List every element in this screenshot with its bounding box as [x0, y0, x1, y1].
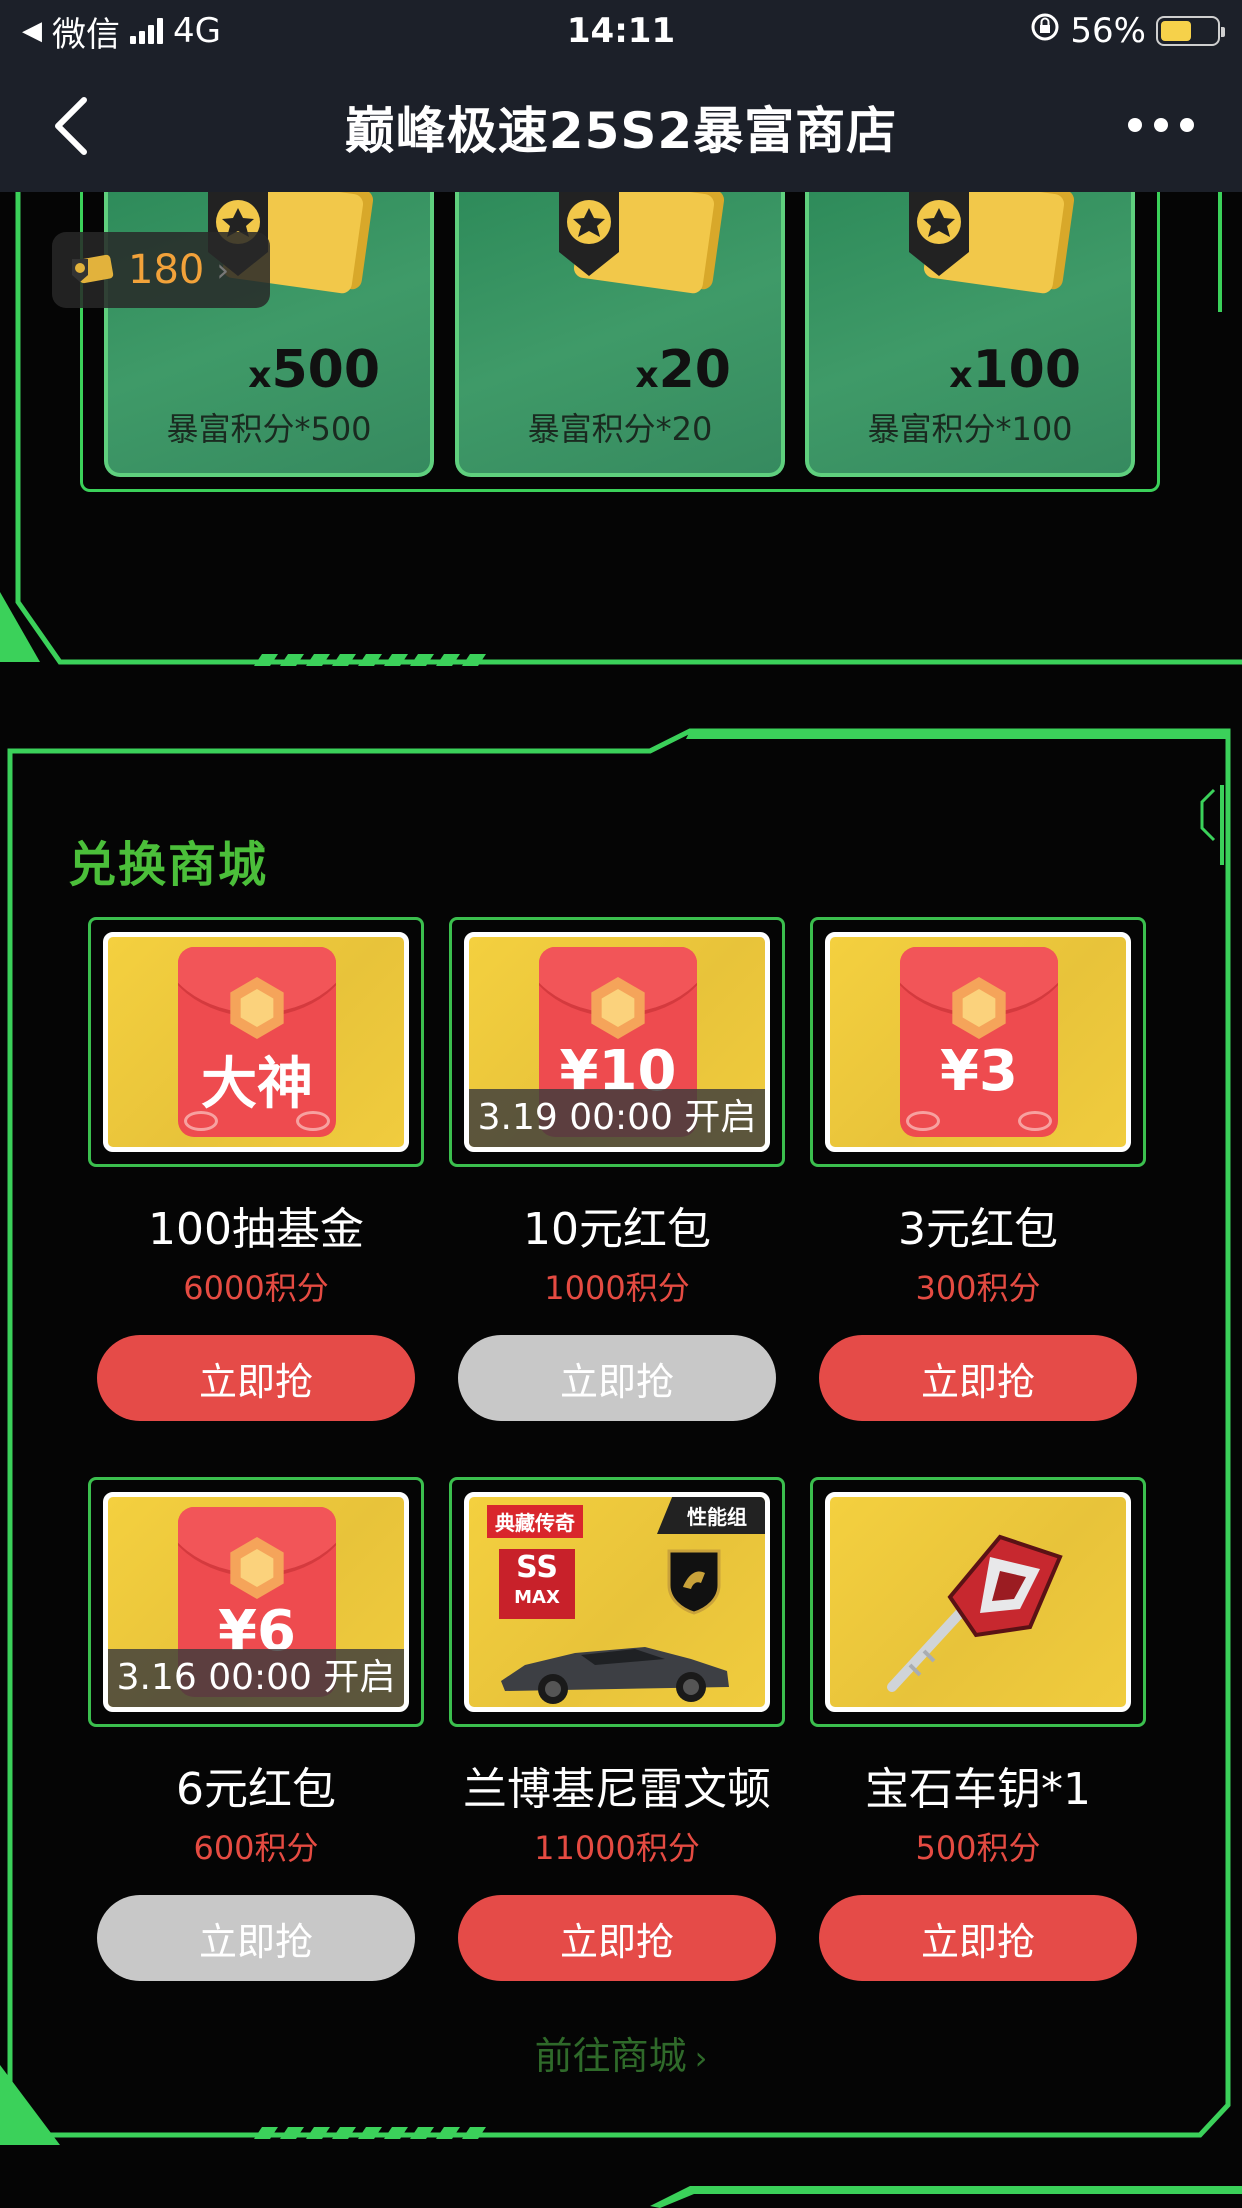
- buy-now-button[interactable]: 立即抢: [97, 1895, 415, 1981]
- chevron-left-icon: [55, 97, 87, 155]
- back-button[interactable]: [44, 96, 104, 156]
- item-name: 6元红包: [176, 1764, 336, 1815]
- reward-label: 暴富积分*500: [166, 410, 372, 448]
- item-thumbnail[interactable]: 典藏传奇 性能组 SS MAX: [449, 1477, 785, 1727]
- section-title: 兑换商城: [68, 837, 269, 893]
- status-bar: ◀ 微信 4G 14:11 56%: [0, 0, 1242, 62]
- more-dot: [1180, 118, 1194, 132]
- item-name: 兰博基尼雷文顿: [463, 1764, 771, 1815]
- reward-label: 暴富积分*20: [527, 410, 713, 448]
- item-price: 300积分: [915, 1269, 1041, 1307]
- next-panel-edge: [0, 2180, 1242, 2208]
- signal-icon: [130, 18, 163, 44]
- reward-card[interactable]: x20 暴富积分*20: [455, 192, 785, 477]
- rank-badge: SS MAX: [499, 1549, 575, 1619]
- class-tag: 性能组: [657, 1497, 765, 1534]
- reward-quantity: x20: [635, 340, 731, 400]
- buy-now-button[interactable]: 立即抢: [458, 1895, 776, 1981]
- shop-item: 宝石车钥*1 500积分 立即抢: [810, 1477, 1146, 1981]
- item-name: 3元红包: [898, 1204, 1058, 1255]
- more-dot: [1154, 118, 1168, 132]
- shop-item: ¥3 3元红包 300积分 立即抢: [810, 917, 1146, 1421]
- page-title: 巅峰极速25S2暴富商店: [344, 102, 898, 160]
- ticket-coin-icon: [72, 254, 114, 284]
- red-envelope-icon: ¥3: [900, 947, 1058, 1137]
- gem-car-key-icon: [887, 1534, 1063, 1692]
- item-price: 1000积分: [544, 1269, 690, 1307]
- shop-item: 典藏传奇 性能组 SS MAX 兰博基尼雷文顿 11000积分 立即抢: [449, 1477, 785, 1981]
- envelope-text: 大神: [201, 1052, 313, 1117]
- network-label: 4G: [173, 11, 221, 51]
- points-balance-badge[interactable]: 180 ›: [52, 232, 270, 308]
- points-reward-panel: x500 暴富积分*500 x20 暴富积分*20 x100 暴富积分*100: [0, 192, 1242, 682]
- go-to-shop-label: 前往商城: [534, 2034, 687, 2078]
- item-name: 100抽基金: [148, 1204, 364, 1255]
- ticket-icon: [559, 192, 725, 294]
- battery-icon: [1156, 16, 1225, 46]
- back-to-app-icon[interactable]: ◀: [22, 16, 42, 46]
- item-thumbnail[interactable]: ¥6 3.16 00:00 开启: [88, 1477, 424, 1727]
- ticket-icon: [909, 192, 1075, 294]
- lamborghini-shield-icon: [667, 1549, 721, 1615]
- reward-quantity: x100: [949, 340, 1081, 400]
- points-balance: 180: [128, 247, 205, 293]
- item-thumbnail[interactable]: ¥3: [810, 917, 1146, 1167]
- go-to-shop-link[interactable]: 前往商城 ›: [0, 2025, 1242, 2080]
- nav-bar: 巅峰极速25S2暴富商店: [0, 62, 1242, 192]
- buy-now-button[interactable]: 立即抢: [819, 1335, 1137, 1421]
- item-thumbnail[interactable]: ¥10 3.19 00:00 开启: [449, 917, 785, 1167]
- sports-car-image: [501, 1647, 729, 1704]
- unlock-timer: 3.16 00:00 开启: [108, 1649, 404, 1707]
- reward-label: 暴富积分*100: [867, 410, 1073, 448]
- shop-item: ¥6 3.16 00:00 开启 6元红包 600积分 立即抢: [88, 1477, 424, 1981]
- item-price: 11000积分: [534, 1829, 700, 1867]
- buy-now-button[interactable]: 立即抢: [458, 1335, 776, 1421]
- red-envelope-icon: 大神: [178, 947, 336, 1137]
- item-name: 10元红包: [523, 1204, 711, 1255]
- more-dot: [1128, 118, 1142, 132]
- shop-item: ¥10 3.19 00:00 开启 10元红包 1000积分 立即抢: [449, 917, 785, 1421]
- item-thumbnail[interactable]: 大神: [88, 917, 424, 1167]
- item-thumbnail[interactable]: [810, 1477, 1146, 1727]
- item-price: 500积分: [915, 1829, 1041, 1867]
- buy-now-button[interactable]: 立即抢: [97, 1335, 415, 1421]
- item-name: 宝石车钥*1: [865, 1764, 1091, 1815]
- more-menu-button[interactable]: [1128, 118, 1194, 132]
- buy-now-button[interactable]: 立即抢: [819, 1895, 1137, 1981]
- battery-percent: 56%: [1070, 11, 1146, 51]
- shop-item: 大神 100抽基金 6000积分 立即抢: [88, 917, 424, 1421]
- item-price: 6000积分: [183, 1269, 329, 1307]
- exchange-shop-panel: 兑换商城 大神 100抽基金 6000积分 立即抢 ¥10 3.19 00:00…: [0, 725, 1242, 2145]
- carrier-label: 微信: [52, 14, 120, 55]
- item-price: 600积分: [193, 1829, 319, 1867]
- unlock-timer: 3.19 00:00 开启: [469, 1089, 765, 1147]
- chevron-right-icon: ›: [694, 2039, 708, 2077]
- collection-tag: 典藏传奇: [487, 1505, 583, 1538]
- reward-quantity: x500: [248, 340, 380, 400]
- chevron-right-icon: ›: [216, 251, 230, 289]
- reward-card[interactable]: x100 暴富积分*100: [805, 192, 1135, 477]
- envelope-text: ¥3: [940, 1039, 1018, 1104]
- rotation-lock-icon: [1030, 11, 1060, 51]
